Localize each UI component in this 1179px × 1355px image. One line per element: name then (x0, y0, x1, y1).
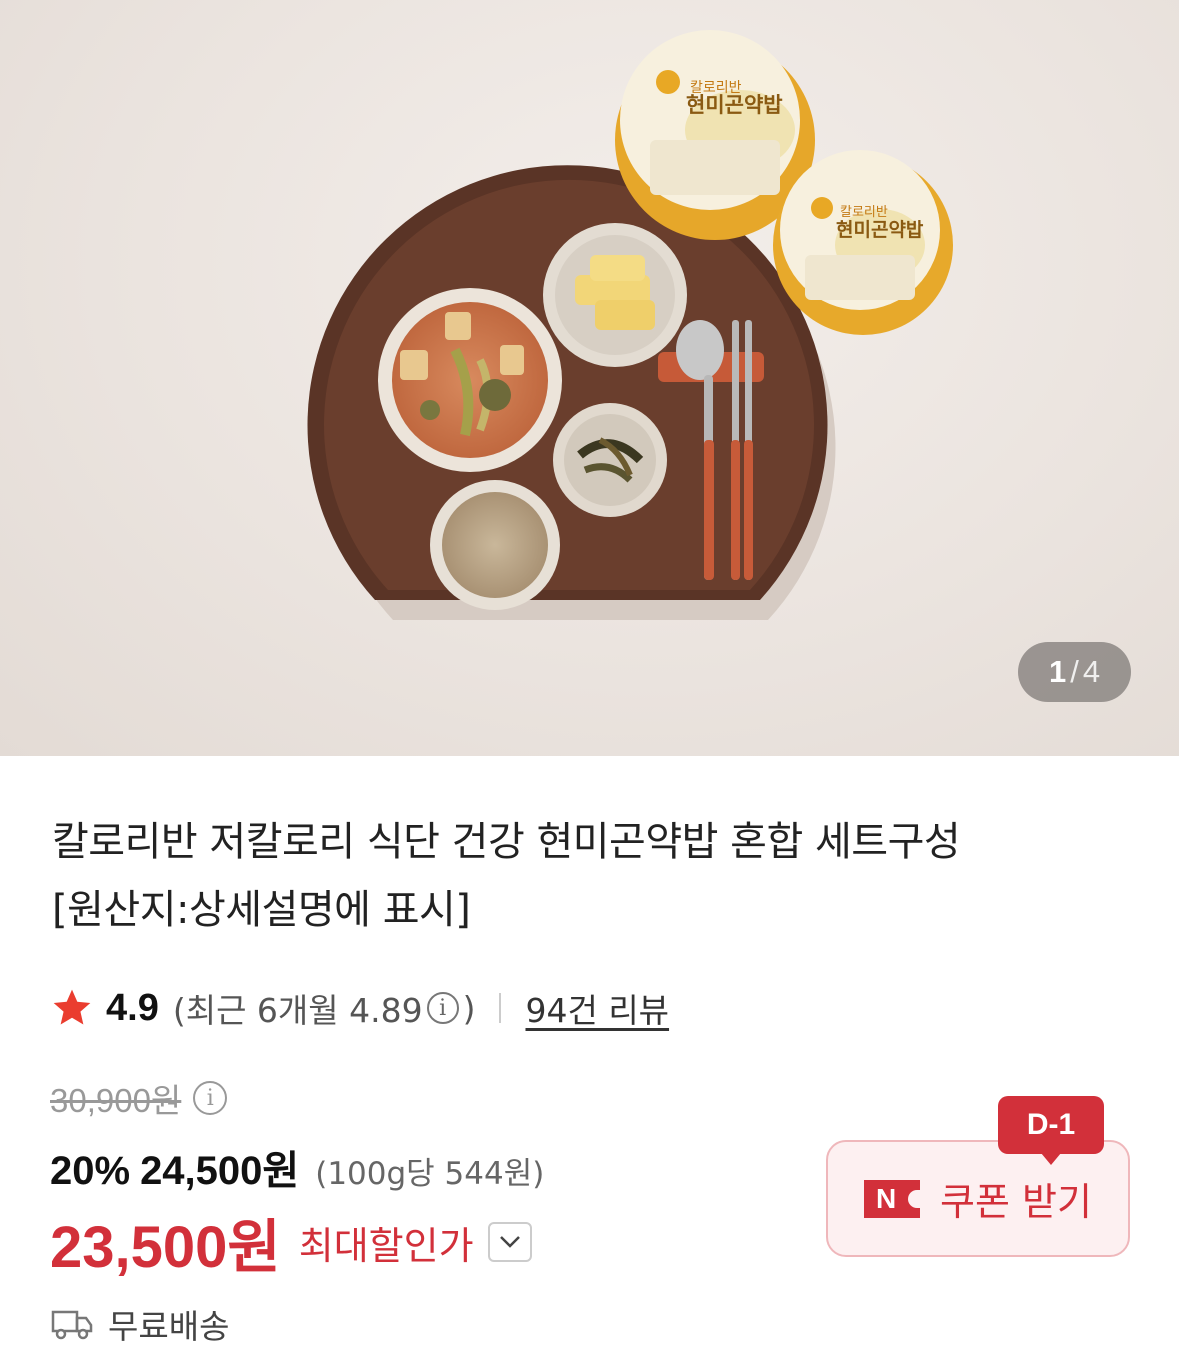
max-discount-label: 최대할인가 (298, 1223, 474, 1268)
rating-score: 4.9 (106, 986, 159, 1029)
original-price: 30,900원 (50, 1082, 182, 1119)
product-title: 칼로리반 저칼로리 식단 건강 현미곤약밥 혼합 세트구성 [원산지:상세설명에… (52, 808, 1142, 944)
discount-percent: 20% (50, 1149, 131, 1193)
pager-separator: / (1070, 654, 1079, 689)
max-discount-price: 23,500원 (50, 1215, 281, 1280)
max-discount-toggle[interactable] (487, 1222, 532, 1262)
product-title-line1: 칼로리반 저칼로리 식단 건강 현미곤약밥 혼합 세트구성 (52, 819, 961, 865)
reviews-link[interactable]: 94건 리뷰 (525, 984, 669, 1032)
original-price-row: 30,900원 i (50, 1074, 231, 1122)
coupon-button[interactable]: N 쿠폰 받기 (826, 1140, 1130, 1257)
shipping-label: 무료배송 (108, 1307, 230, 1346)
image-pager: 1 / 4 (1018, 642, 1131, 702)
truck-icon (51, 1310, 93, 1340)
svg-text:현미곤약밥: 현미곤약밥 (836, 219, 924, 241)
coupon-label: 쿠폰 받기 (940, 1180, 1092, 1224)
shipping-row: 무료배송 (50, 1300, 229, 1348)
svg-text:칼로리반: 칼로리반 (840, 205, 888, 220)
sale-price-row: 20% 24,500원 (100g당 544원) (50, 1138, 544, 1196)
rice-package-2: 칼로리반 현미곤약밥 (773, 150, 953, 335)
product-image-gallery[interactable]: 칼로리반 현미곤약밥 칼로리반 현미곤약밥 1 / 4 (0, 0, 1179, 756)
price-info-icon[interactable]: i (193, 1081, 228, 1115)
rating-row: 4.9 (최근 6개월 4.89 i ) 94건 리뷰 (50, 982, 669, 1034)
recent-rating-text: (최근 6개월 4.89 (172, 991, 423, 1030)
recent-rating: (최근 6개월 4.89 i ) (173, 984, 476, 1032)
product-photo: 칼로리반 현미곤약밥 칼로리반 현미곤약밥 (307, 30, 953, 621)
rating-info-icon[interactable]: i (426, 992, 459, 1024)
max-discount-row: 23,500원 최대할인가 (50, 1200, 532, 1284)
rating-divider (499, 993, 502, 1023)
sale-price: 24,500원 (140, 1149, 300, 1193)
chevron-down-icon (499, 1236, 520, 1248)
svg-text:현미곤약밥: 현미곤약밥 (686, 93, 783, 117)
coupon-badge-icon: N (864, 1179, 923, 1218)
unit-price: (100g당 544원) (315, 1156, 545, 1192)
dday-badge: D-1 (998, 1096, 1104, 1165)
pager-current: 1 (1048, 654, 1067, 689)
pager-total: 4 (1082, 654, 1101, 689)
recent-rating-close: ) (462, 988, 476, 1028)
star-icon (53, 989, 91, 1025)
product-title-line2: [원산지:상세설명에 표시] (52, 887, 471, 933)
